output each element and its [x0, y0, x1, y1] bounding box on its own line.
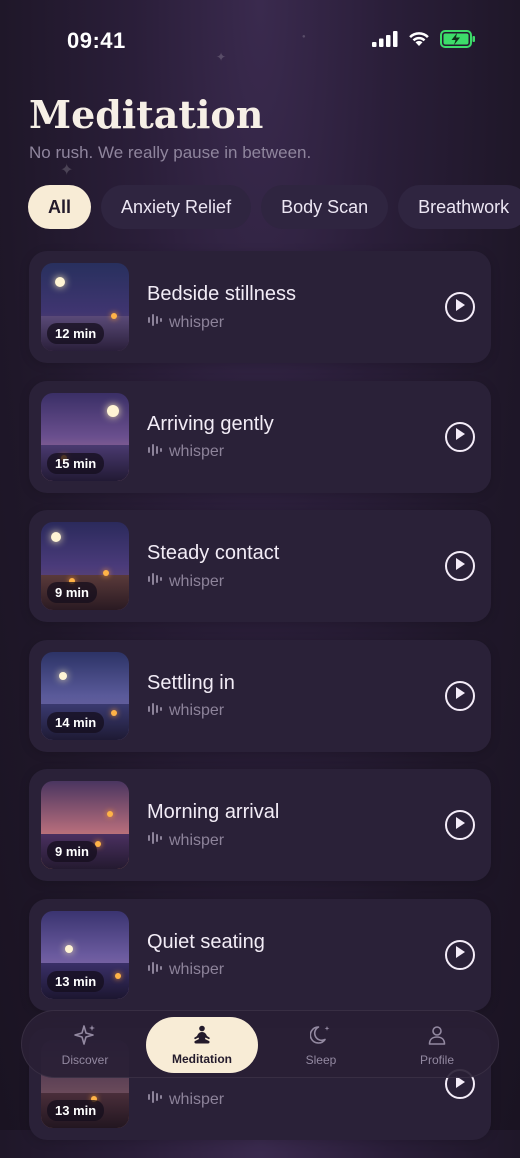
moon-icon [309, 1024, 332, 1049]
play-button[interactable] [445, 551, 475, 581]
signal-icon [372, 31, 398, 52]
duration-badge: 14 min [47, 711, 105, 733]
waveform-icon [147, 831, 163, 850]
waveform-icon [147, 443, 163, 462]
nav-item-sleep[interactable]: Sleep [278, 1017, 364, 1073]
play-button[interactable] [445, 680, 475, 711]
chip-all[interactable]: All [28, 185, 92, 229]
session-thumbnail: 12 min [41, 263, 129, 351]
sparkle-icon [74, 1024, 96, 1049]
play-icon [454, 427, 466, 446]
status-time: 09:41 [67, 28, 126, 53]
session-title: Bedside stillness [147, 283, 296, 305]
waveform-icon [147, 702, 163, 721]
session-title: Quiet seating [147, 930, 265, 953]
star-decoration-icon: ● [302, 34, 306, 40]
sparkle-decoration-icon: ✦ [60, 162, 74, 179]
duration-badge: 13 min [47, 1100, 105, 1121]
waveform-icon [147, 572, 163, 591]
nav-label: Profile [419, 1052, 454, 1067]
duration-badge: 15 min [47, 452, 105, 474]
session-card[interactable]: 15 min Arriving gently whisper [29, 380, 491, 493]
session-thumbnail: 14 min [41, 651, 129, 740]
nav-label: Sleep [305, 1052, 337, 1067]
session-thumbnail: 13 min [41, 910, 129, 999]
waveform-icon [147, 1090, 163, 1109]
session-thumbnail: 9 min [41, 522, 129, 610]
person-icon [426, 1024, 448, 1049]
status-bar: 09:41 [0, 0, 520, 80]
session-card[interactable]: 9 min Steady contact whisper [29, 510, 491, 622]
nav-item-meditation[interactable]: Meditation [146, 1017, 258, 1073]
session-title: Arriving gently [147, 412, 274, 435]
play-button[interactable] [445, 421, 475, 452]
play-icon [454, 298, 466, 317]
wifi-icon [408, 31, 430, 52]
session-title: Settling in [147, 671, 235, 694]
chip-breathwork[interactable]: Breathwork [398, 185, 520, 229]
chip-body-scan[interactable]: Body Scan [261, 185, 389, 229]
bottom-nav: Discover Meditation Sleep Profile [21, 1010, 499, 1078]
session-voice: whisper [169, 702, 225, 719]
session-voice: whisper [169, 1090, 225, 1108]
play-button[interactable] [445, 939, 475, 970]
duration-badge: 9 min [47, 841, 97, 862]
session-voice: whisper [169, 961, 225, 978]
session-card[interactable]: 12 min Bedside stillness whisper [29, 251, 491, 363]
filter-chips: All Anxiety Relief Body Scan Breathwork [28, 185, 520, 229]
nav-item-profile[interactable]: Profile [394, 1017, 480, 1073]
waveform-icon [147, 313, 163, 332]
page-subtitle: No rush. We really pause in between. [29, 143, 312, 162]
play-button[interactable] [445, 292, 475, 322]
chip-anxiety-relief[interactable]: Anxiety Relief [101, 185, 252, 229]
nav-label: Discover [61, 1052, 109, 1067]
session-thumbnail: 9 min [41, 781, 129, 869]
play-icon [454, 557, 466, 576]
session-title: Morning arrival [147, 801, 280, 823]
nav-item-discover[interactable]: Discover [42, 1017, 128, 1073]
page-title: Meditation [29, 92, 264, 137]
battery-charging-icon [440, 30, 476, 53]
nav-label: Meditation [172, 1051, 232, 1066]
session-title: Steady contact [147, 542, 280, 564]
duration-badge: 13 min [47, 970, 105, 992]
sparkle-decoration-icon: ✦ [216, 50, 227, 64]
session-card[interactable]: 13 min Quiet seating whisper [29, 898, 491, 1011]
play-icon [454, 945, 466, 964]
play-icon [454, 686, 466, 705]
session-card[interactable]: 9 min Morning arrival whisper [29, 769, 491, 881]
meditation-icon [190, 1025, 214, 1048]
session-thumbnail: 15 min [41, 392, 129, 481]
play-icon [454, 816, 466, 835]
session-voice: whisper [169, 443, 225, 460]
duration-badge: 9 min [47, 582, 97, 603]
play-button[interactable] [445, 810, 475, 840]
session-voice: whisper [169, 313, 225, 331]
session-card[interactable]: 14 min Settling in whisper [29, 639, 491, 752]
duration-badge: 12 min [47, 323, 105, 344]
session-voice: whisper [169, 831, 225, 849]
session-voice: whisper [169, 572, 225, 590]
waveform-icon [147, 961, 163, 980]
